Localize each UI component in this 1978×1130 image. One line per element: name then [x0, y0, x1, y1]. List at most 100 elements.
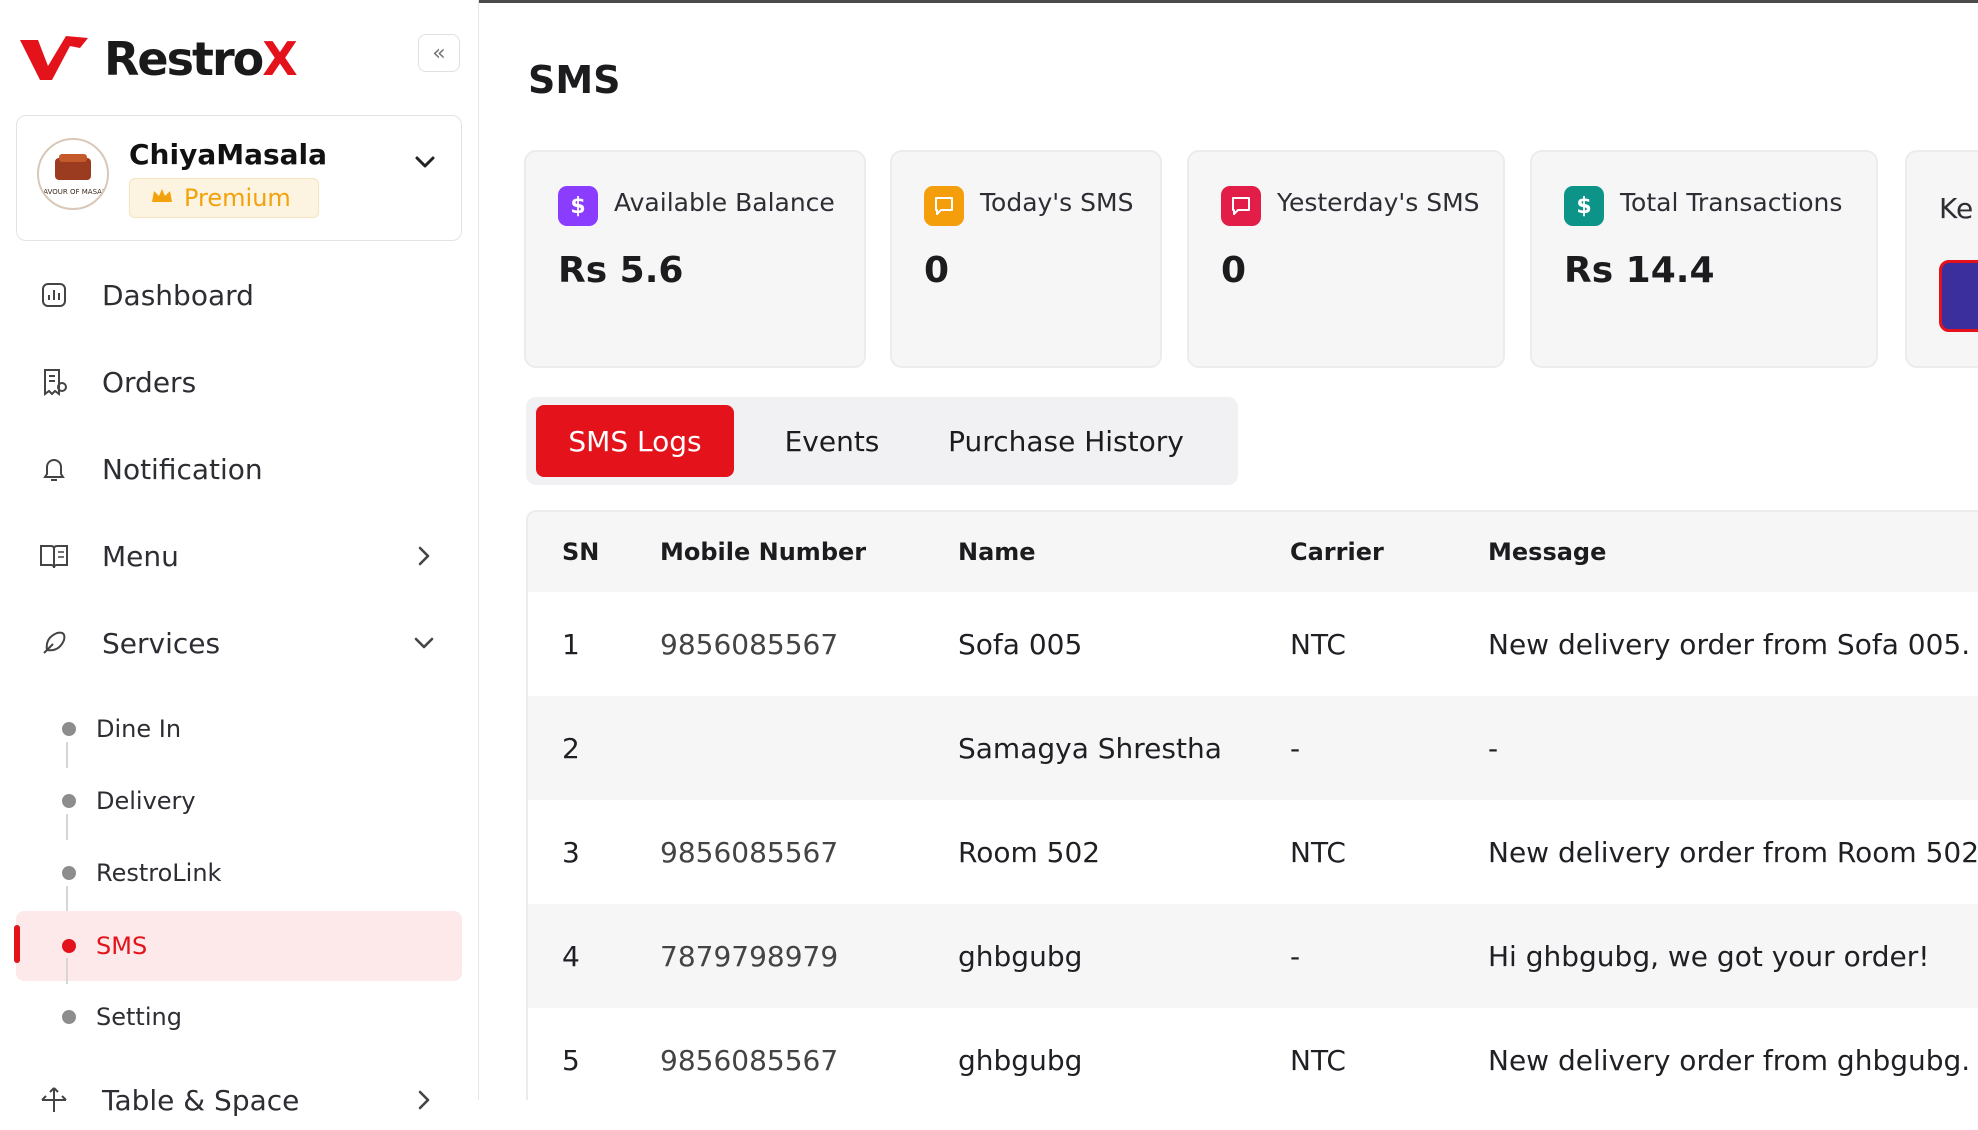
cell-carrier: NTC: [1290, 627, 1346, 661]
sms-logs-table: SN Mobile Number Name Carrier Message 1 …: [526, 510, 1978, 1100]
dollar-icon: $: [558, 186, 598, 226]
sub-label-restrolink: RestroLink: [96, 859, 222, 887]
nav-label-menu: Menu: [102, 539, 179, 573]
store-switcher[interactable]: FLAVOUR OF MASALA ChiyaMasala Premium: [16, 115, 462, 241]
double-chevron-left-icon: «: [432, 40, 446, 66]
tab-bar: SMS Logs Events Purchase History: [526, 397, 1238, 485]
chevron-down-icon: [415, 156, 435, 168]
stat-card-total-transactions: $ Total Transactions Rs 14.4: [1530, 150, 1878, 368]
cell-message: -: [1488, 731, 1499, 765]
bullet-dot: [62, 866, 76, 880]
stat-value: Rs 14.4: [1564, 250, 1715, 291]
stat-value: 0: [924, 250, 950, 291]
cell-name: ghbgubg: [958, 939, 1083, 973]
stat-label: Total Transactions: [1620, 188, 1843, 217]
cell-mobile: 9856085567: [660, 1043, 839, 1077]
sub-connector: [66, 958, 68, 984]
table-row[interactable]: 5 9856085567 ghbgubg NTC New delivery or…: [528, 1008, 1978, 1100]
stat-card-todays-sms: Today's SMS 0: [890, 150, 1162, 368]
bullet-dot: [62, 794, 76, 808]
cell-name: ghbgubg: [958, 1043, 1083, 1077]
column-header-name: Name: [958, 538, 1036, 566]
stat-label: Today's SMS: [980, 188, 1134, 217]
action-button[interactable]: [1939, 260, 1978, 332]
tab-sms-logs[interactable]: SMS Logs: [536, 405, 734, 477]
stat-label: Ke: [1939, 192, 1974, 225]
cell-sn: 3: [562, 835, 580, 869]
cell-carrier: NTC: [1290, 835, 1346, 869]
table-header: SN Mobile Number Name Carrier Message: [528, 512, 1978, 592]
dashboard-icon: [36, 277, 72, 313]
receipt-icon: [36, 364, 72, 400]
nav-item-services[interactable]: Services: [16, 613, 462, 673]
sub-item-sms[interactable]: SMS: [16, 911, 462, 981]
crown-icon: [150, 184, 174, 212]
tab-purchase-history[interactable]: Purchase History: [926, 405, 1206, 477]
cell-mobile: 9856085567: [660, 835, 839, 869]
nav-item-orders[interactable]: Orders: [16, 352, 462, 412]
bell-icon: [36, 451, 72, 487]
chevron-right-icon: [418, 546, 430, 566]
cell-mobile: 7879798979: [660, 939, 839, 973]
sub-item-setting[interactable]: Setting: [16, 984, 462, 1050]
bullet-dot: [62, 939, 76, 953]
column-header-carrier: Carrier: [1290, 538, 1384, 566]
nav-item-menu[interactable]: Menu: [16, 526, 462, 586]
nav-label-table-space: Table & Space: [102, 1083, 300, 1117]
dollar-icon: $: [1564, 186, 1604, 226]
cell-name: Sofa 005: [958, 627, 1083, 661]
stat-card-yesterdays-sms: Yesterday's SMS 0: [1187, 150, 1505, 368]
cell-mobile: 9856085567: [660, 627, 839, 661]
store-name: ChiyaMasala: [129, 138, 328, 171]
cell-carrier: NTC: [1290, 1043, 1346, 1077]
column-header-mobile: Mobile Number: [660, 538, 867, 566]
cell-name: Room 502: [958, 835, 1101, 869]
sub-connector: [66, 814, 68, 840]
cell-message: New delivery order from Room 502.: [1488, 835, 1978, 869]
cell-sn: 2: [562, 731, 580, 765]
nav-item-notification[interactable]: Notification: [16, 439, 462, 499]
sub-connector: [66, 742, 68, 768]
table-row[interactable]: 1 9856085567 Sofa 005 NTC New delivery o…: [528, 592, 1978, 696]
bullet-dot: [62, 722, 76, 736]
nav-item-dashboard[interactable]: Dashboard: [16, 265, 462, 325]
column-header-message: Message: [1488, 538, 1607, 566]
stat-value: Rs 5.6: [558, 250, 684, 291]
bullet-dot: [62, 1010, 76, 1024]
nav-item-table-space[interactable]: Table & Space: [16, 1070, 462, 1130]
sidebar: RestroX « FLAVOUR OF MASALA ChiyaMasala …: [0, 0, 479, 1117]
tab-events[interactable]: Events: [754, 405, 910, 477]
sub-connector: [66, 886, 68, 912]
message-icon: [924, 186, 964, 226]
sub-item-dine-in[interactable]: Dine In: [16, 696, 462, 762]
brand-name: RestroX: [104, 32, 298, 86]
chevron-down-icon: [414, 637, 434, 649]
table-row[interactable]: 4 7879798979 ghbgubg - Hi ghbgubg, we go…: [528, 904, 1978, 1008]
page-title: SMS: [528, 58, 621, 102]
nav-label-orders: Orders: [102, 365, 197, 399]
table-row[interactable]: 2 Samagya Shrestha - -: [528, 696, 1978, 800]
plan-label: Premium: [184, 184, 291, 212]
sub-label-sms: SMS: [96, 932, 148, 960]
cell-name: Samagya Shrestha: [958, 731, 1222, 765]
chevron-right-icon: [418, 1090, 430, 1110]
brand-logo[interactable]: RestroX: [18, 32, 298, 86]
cell-sn: 4: [562, 939, 580, 973]
nav-label-dashboard: Dashboard: [102, 278, 254, 312]
premium-badge: Premium: [129, 178, 319, 218]
sub-label-delivery: Delivery: [96, 787, 196, 815]
collapse-sidebar-button[interactable]: «: [418, 34, 460, 72]
cell-message: New delivery order from Sofa 005.: [1488, 627, 1971, 661]
column-header-sn: SN: [562, 538, 600, 566]
cell-message: Hi ghbgubg, we got your order!: [1488, 939, 1930, 973]
cell-carrier: -: [1290, 731, 1301, 765]
move-icon: [36, 1082, 72, 1118]
sub-label-dine-in: Dine In: [96, 715, 182, 743]
sub-item-restrolink[interactable]: RestroLink: [16, 840, 462, 906]
table-row[interactable]: 3 9856085567 Room 502 NTC New delivery o…: [528, 800, 1978, 904]
cell-sn: 5: [562, 1043, 580, 1077]
stat-value: 0: [1221, 250, 1247, 291]
sub-item-delivery[interactable]: Delivery: [16, 768, 462, 834]
nav-label-notification: Notification: [102, 452, 263, 486]
book-icon: [36, 538, 72, 574]
